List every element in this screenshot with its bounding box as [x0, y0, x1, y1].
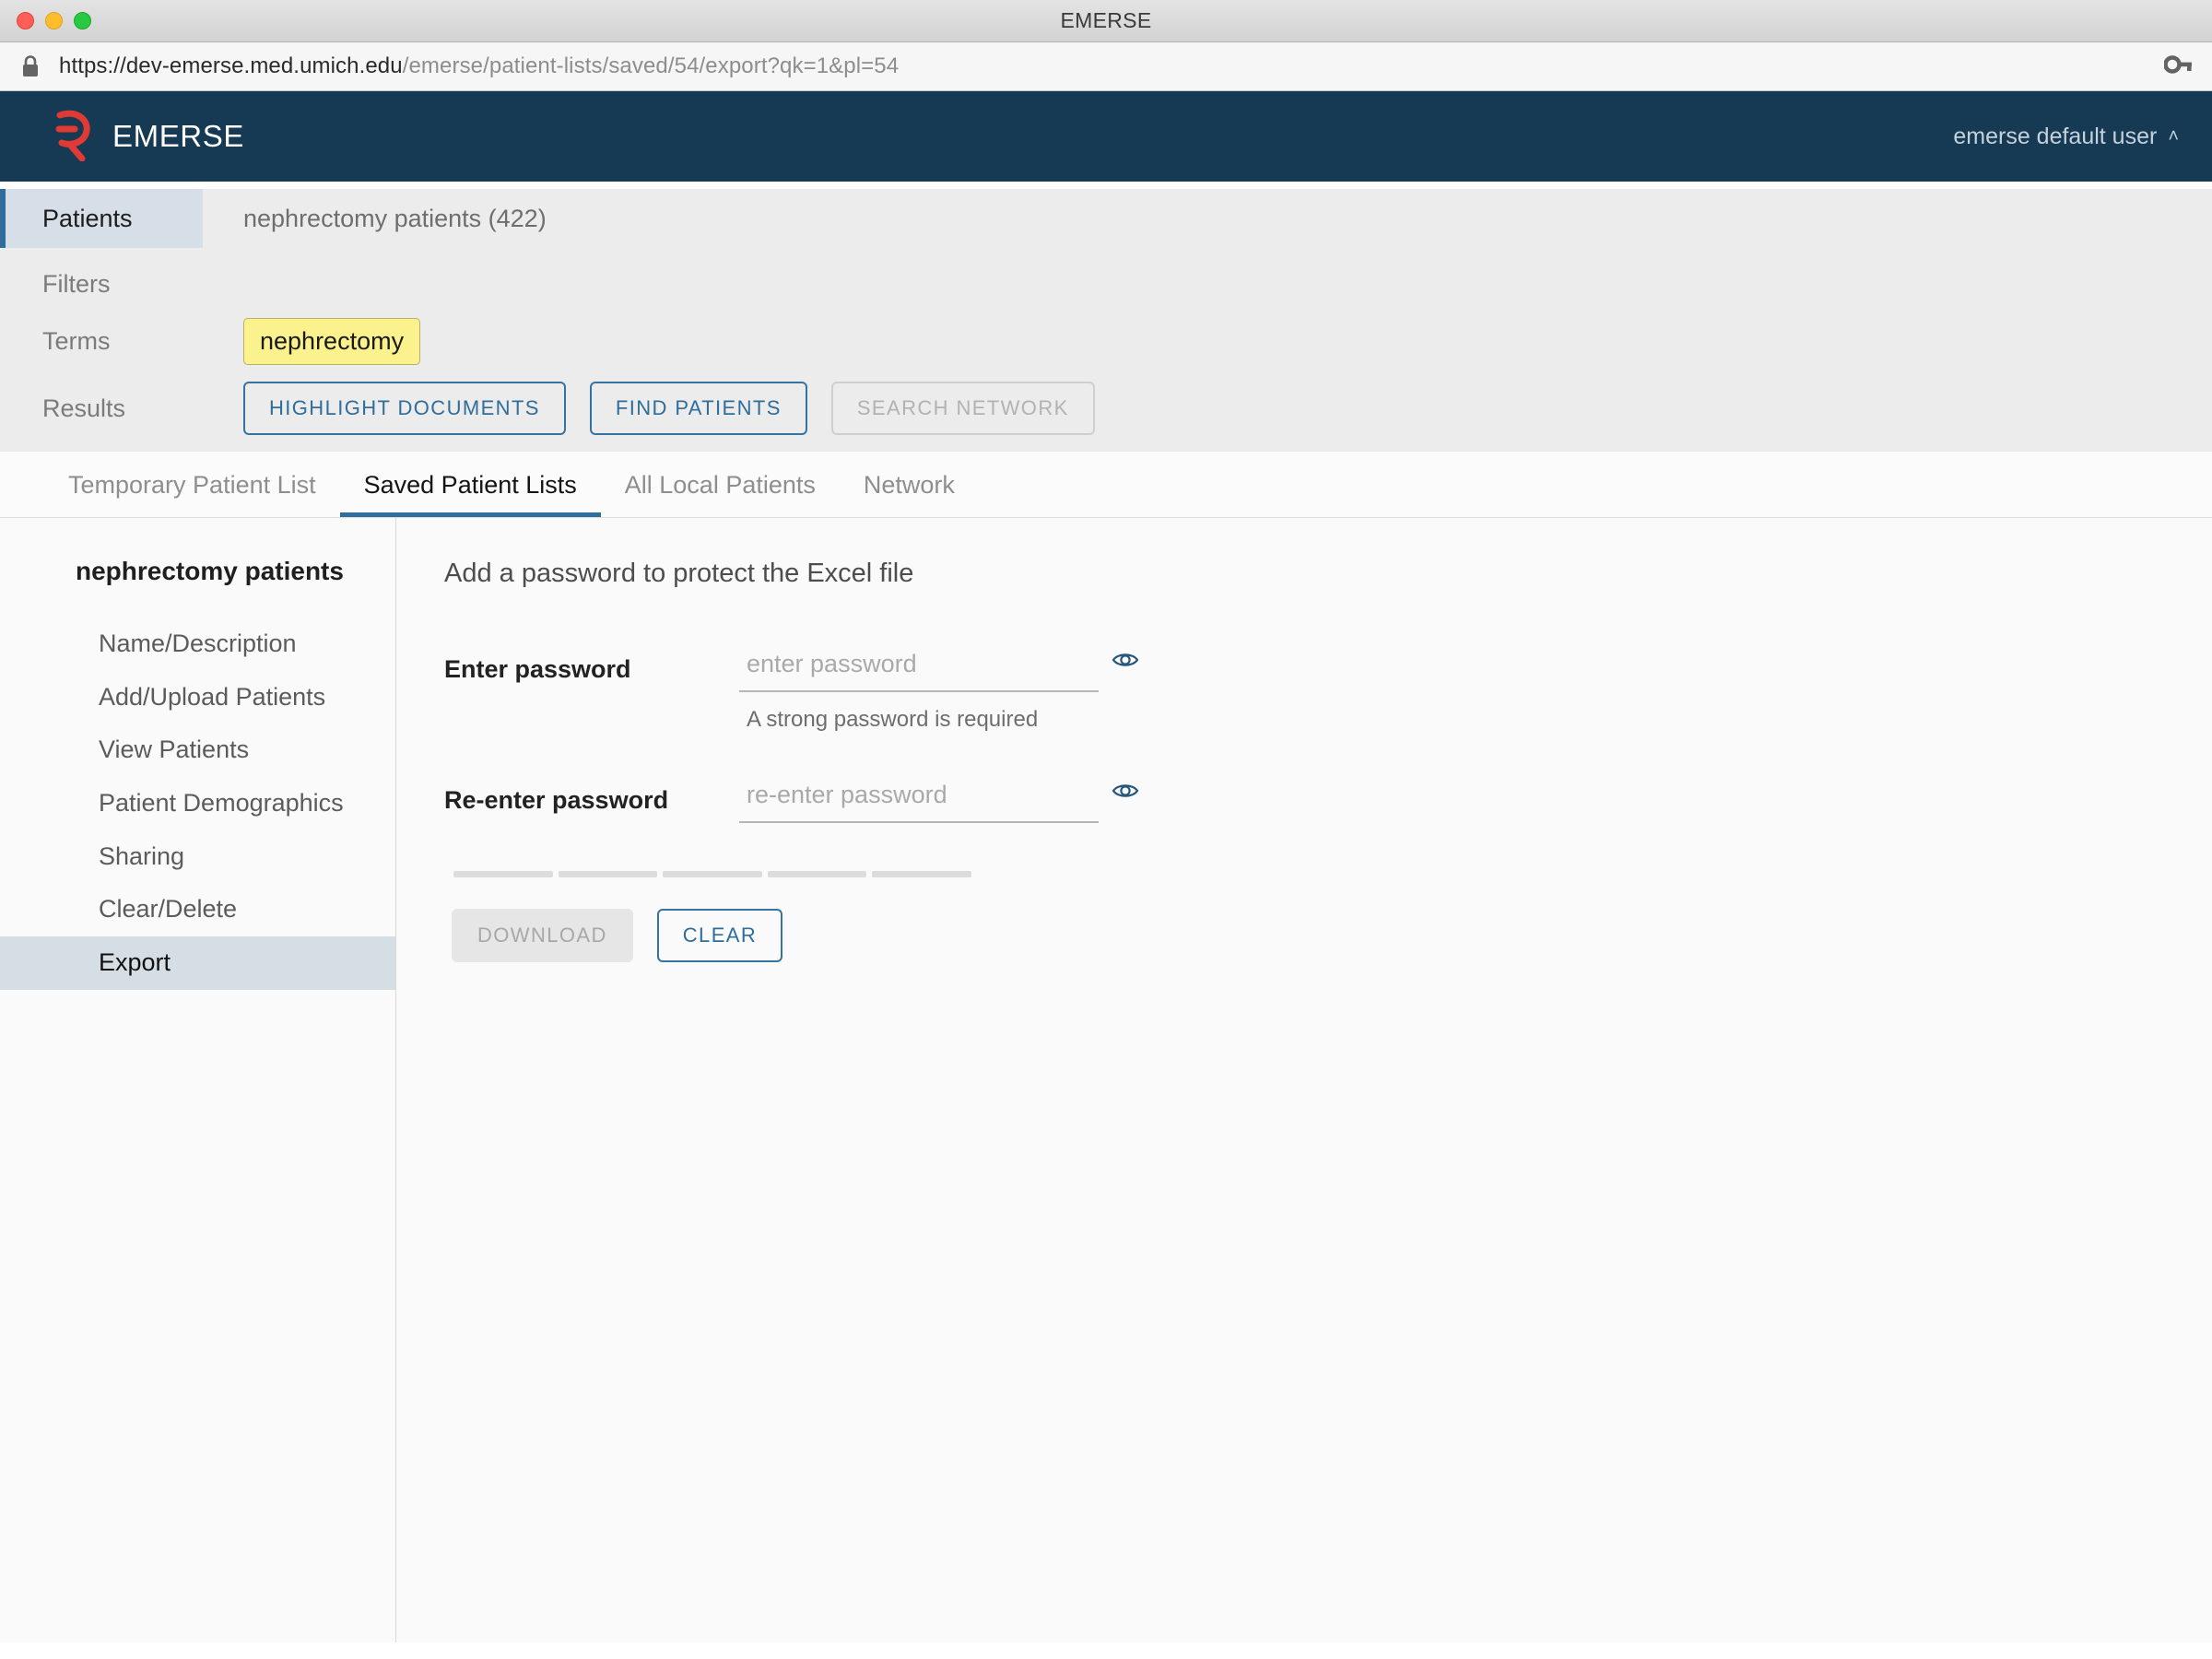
export-panel: Add a password to protect the Excel file…: [396, 518, 2212, 1642]
user-menu[interactable]: emerse default user ˄: [1953, 124, 2179, 150]
query-label-patients: Patients: [0, 189, 203, 248]
url-path: /emerse/patient-lists/saved/54/export?qk…: [402, 53, 900, 78]
query-row-filters[interactable]: Filters: [0, 261, 2212, 307]
strength-segment: [663, 871, 762, 877]
sidebar-item-clear-delete[interactable]: Clear/Delete: [0, 883, 395, 936]
search-network-button: SEARCH NETWORK: [830, 382, 1095, 435]
content-area: nephrectomy patients Name/Description Ad…: [0, 518, 2212, 1642]
patient-list-tabbar: Temporary Patient List Saved Patient Lis…: [0, 452, 2212, 518]
window-title: EMERSE: [1060, 8, 1152, 32]
url-origin: https://dev-emerse.med.umich.edu: [59, 53, 403, 78]
highlight-documents-button[interactable]: HIGHLIGHT DOCUMENTS: [243, 382, 566, 435]
sidebar-item-view-patients[interactable]: View Patients: [0, 724, 395, 777]
term-chip-label: nephrectomy: [243, 318, 421, 365]
sidebar-item-export[interactable]: Export: [0, 936, 395, 990]
clear-button[interactable]: CLEAR: [656, 909, 783, 962]
patient-list-summary: nephrectomy patients (422): [243, 204, 547, 232]
key-icon[interactable]: [2163, 54, 2192, 78]
strength-segment: [767, 871, 867, 877]
password-strength-meter: [453, 871, 971, 877]
enter-password-eye-icon[interactable]: [1108, 646, 1143, 677]
reenter-password-row: Re-enter password: [444, 773, 2212, 823]
export-action-row: DOWNLOAD CLEAR: [452, 909, 2212, 962]
tab-saved-patient-lists[interactable]: Saved Patient Lists: [339, 473, 601, 517]
sidebar-item-patient-demographics[interactable]: Patient Demographics: [0, 777, 395, 830]
query-label-results: Results: [42, 394, 126, 422]
find-patients-button[interactable]: FIND PATIENTS: [589, 382, 807, 435]
lock-icon: [20, 54, 41, 78]
brand-name: EMERSE: [112, 119, 244, 153]
results-button-row: HIGHLIGHT DOCUMENTS FIND PATIENTS SEARCH…: [203, 382, 1095, 435]
app-header: EMERSE emerse default user ˄: [0, 91, 2212, 182]
reenter-password-input[interactable]: [739, 773, 1099, 823]
query-panel: Patients nephrectomy patients (422) Filt…: [0, 189, 2212, 452]
reenter-password-eye-icon[interactable]: [1108, 777, 1143, 807]
enter-password-label: Enter password: [444, 655, 631, 683]
query-label-terms: Terms: [42, 327, 111, 355]
strength-segment: [453, 871, 553, 877]
enter-password-row: Enter password A strong password is requ…: [444, 642, 2212, 733]
password-strength-hint: A strong password is required: [747, 707, 1039, 732]
strength-segment: [558, 871, 658, 877]
query-row-terms[interactable]: Terms nephrectomy: [0, 318, 2212, 365]
browser-urlbar[interactable]: https://dev-emerse.med.umich.edu/emerse/…: [0, 42, 2212, 91]
query-row-results: Results HIGHLIGHT DOCUMENTS FIND PATIENT…: [0, 382, 2212, 435]
enter-password-wrap: [739, 642, 1139, 692]
download-button: DOWNLOAD: [452, 909, 633, 962]
patient-list-sidebar: nephrectomy patients Name/Description Ad…: [0, 518, 396, 1642]
emerse-logo-icon: [52, 108, 92, 166]
user-menu-label: emerse default user: [1953, 123, 2158, 149]
tab-all-local-patients[interactable]: All Local Patients: [601, 473, 840, 517]
brand[interactable]: EMERSE: [52, 108, 244, 166]
url-text: https://dev-emerse.med.umich.edu/emerse/…: [59, 53, 899, 79]
query-label-filters: Filters: [42, 269, 111, 298]
window-titlebar: EMERSE: [0, 0, 2212, 42]
strength-segment: [872, 871, 971, 877]
export-panel-title: Add a password to protect the Excel file: [444, 559, 914, 588]
reenter-password-wrap: [739, 773, 1139, 823]
reenter-password-label: Re-enter password: [444, 786, 669, 814]
query-row-patients[interactable]: Patients nephrectomy patients (422): [0, 189, 2212, 248]
sidebar-title: nephrectomy patients: [76, 557, 344, 585]
term-chip[interactable]: nephrectomy: [203, 318, 421, 365]
chevron-up-icon: ˄: [2168, 126, 2179, 147]
tab-temporary-patient-list[interactable]: Temporary Patient List: [44, 473, 340, 517]
sidebar-item-name-description[interactable]: Name/Description: [0, 618, 395, 671]
enter-password-input[interactable]: [739, 642, 1099, 692]
sidebar-item-add-upload-patients[interactable]: Add/Upload Patients: [0, 671, 395, 724]
sidebar-item-sharing[interactable]: Sharing: [0, 830, 395, 884]
tab-network[interactable]: Network: [840, 473, 979, 517]
